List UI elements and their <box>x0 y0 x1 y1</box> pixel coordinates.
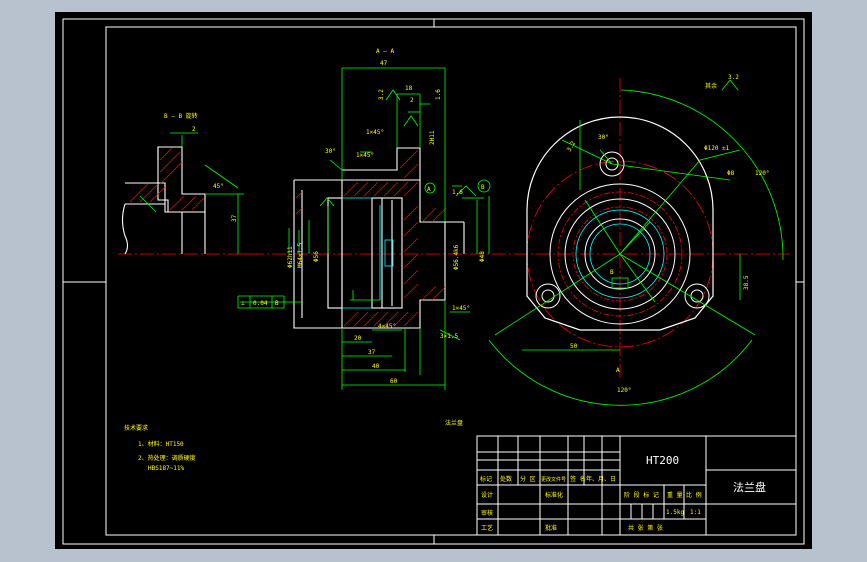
detail-dim-2: 2 <box>192 126 196 133</box>
dim-37: 37 <box>368 349 376 356</box>
dim-4x45: 4×45° <box>378 323 396 330</box>
dim-30-angle: 30° <box>598 134 609 141</box>
dim-dia8: Φ8 <box>727 170 735 177</box>
dim-2: 2 <box>410 97 414 104</box>
dim-dia62: Φ62h11 <box>287 246 294 268</box>
notes-line-2: 2、热处理：调质硬度 <box>138 454 196 462</box>
detail-b-label: B — B 旋转 <box>164 112 198 120</box>
tolerance-value: 0.04 <box>253 300 268 307</box>
dim-1x45-mid: 1×45° <box>356 152 374 159</box>
title-design: 设计 <box>481 491 493 499</box>
dim-60: 60 <box>390 378 398 385</box>
tolerance-symbol: ⟂ <box>241 300 245 307</box>
dim-m64: M64×1.5 <box>297 242 304 268</box>
dim-30deg: 30° <box>325 148 336 155</box>
dim-1-6-vert: 1.6 <box>452 189 463 196</box>
notes-line-3: HBS187~11% <box>148 465 185 472</box>
dim-120deg: 120° <box>755 170 769 177</box>
dim-dia56-k6: Φ56.4k6 <box>453 244 460 270</box>
datum-b-symbol: B <box>481 184 485 191</box>
notes-title: 技术要求 <box>124 424 148 432</box>
title-material: HT200 <box>646 454 679 467</box>
title-process: 工艺 <box>481 524 493 532</box>
cad-viewport[interactable]: B — B 旋转 2 45° 37 A — A 47 18 2 1.6 3.2 … <box>0 0 867 562</box>
dim-120-bottom: 120° <box>617 387 631 394</box>
title-scale: 比 例 <box>686 491 702 499</box>
dim-40: 40 <box>372 363 380 370</box>
dim-ra-1-6: 1.6 <box>435 89 442 100</box>
dim-3x15: 3×1.5 <box>440 333 458 340</box>
section-a-label: A — A <box>376 48 394 55</box>
title-stage-mark: 阶 段 标 记 <box>624 491 659 499</box>
title-sheets: 共 张 第 张 <box>628 524 663 532</box>
dim-20: 20 <box>354 335 362 342</box>
dim-ra-top: 3.2 <box>728 74 739 81</box>
view-a-arrow: A <box>616 367 620 374</box>
datum-a-symbol: A <box>427 186 431 193</box>
section-part-tag: 法兰盘 <box>445 419 463 427</box>
dim-dia48: Φ48 <box>479 251 486 262</box>
title-review: 审核 <box>481 509 493 517</box>
title-h-date: 年、月、日 <box>586 475 616 483</box>
dim-47: 47 <box>380 60 388 67</box>
title-h-mark: 标记 <box>480 475 492 483</box>
title-scale-value: 1:1 <box>690 509 701 516</box>
detail-dim-37: 37 <box>231 214 238 222</box>
drawing-canvas[interactable]: B — B 旋转 2 45° 37 A — A 47 18 2 1.6 3.2 … <box>0 0 867 562</box>
dim-38: 38.5 <box>743 275 750 290</box>
dim-2h11: 2H11 <box>429 130 436 145</box>
title-weight-value: 1.5kg <box>666 509 684 516</box>
title-weight: 重 量 <box>667 491 683 499</box>
dim-dia56: Φ56 <box>313 251 320 262</box>
title-approve: 批准 <box>545 524 557 532</box>
dim-50: 50 <box>570 343 578 350</box>
dim-rest-ra: 其余 <box>705 82 717 90</box>
dim-ra-3-2: 3.2 <box>378 89 385 100</box>
title-h-count: 处数 <box>500 475 512 483</box>
title-h-change: 更改文件号 <box>541 476 566 483</box>
title-h-sign: 签 名 <box>570 475 586 483</box>
dim-1x45-top: 1×45° <box>366 129 384 136</box>
title-h-zone: 分 区 <box>520 475 536 483</box>
dim-dia120: Φ120 ±1 <box>704 145 730 152</box>
dim-18: 18 <box>405 85 413 92</box>
title-standard: 标准化 <box>545 491 563 499</box>
tolerance-datum: B <box>275 300 279 307</box>
view-b-arrow: B <box>610 269 614 276</box>
title-part-name: 法兰盘 <box>733 480 766 494</box>
detail-dim-45deg: 45° <box>213 183 224 190</box>
dim-1x45-bot: 1×45° <box>452 305 470 312</box>
notes-line-1: 1、材料：HT150 <box>138 440 184 448</box>
